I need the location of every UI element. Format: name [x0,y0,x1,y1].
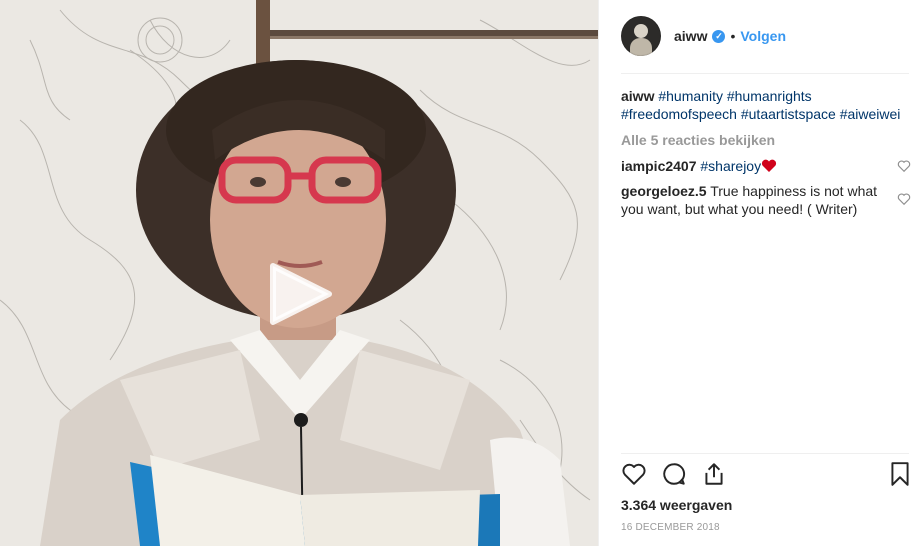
video-player[interactable] [0,0,598,546]
post-date[interactable]: 16 DECEMBER 2018 [621,522,720,533]
comment-username[interactable]: iampic2407 [621,158,697,174]
caption-username[interactable]: aiww [621,88,654,104]
comment-like-heart-icon[interactable] [897,159,911,173]
header-username[interactable]: aiww [674,28,707,44]
bookmark-icon[interactable] [887,461,913,487]
hashtag-link[interactable]: #sharejoy [700,158,761,174]
verified-badge-icon: ✓ [712,29,726,43]
follow-button[interactable]: Volgen [740,28,786,44]
post-actions [621,461,911,491]
comment-item: iampic2407 #sharejoy [621,157,886,175]
hashtag-link[interactable]: #humanrights [727,88,812,104]
comment-item: georgeloez.5 True happiness is not what … [621,182,886,218]
actions-divider [621,453,909,454]
post-caption: aiww #humanity #humanrights #freedomofsp… [621,87,906,123]
comment-like-heart-icon[interactable] [897,192,911,206]
share-icon[interactable] [701,461,727,487]
play-icon [270,263,332,325]
avatar[interactable] [621,16,661,56]
hashtag-link[interactable]: #aiweiwei [840,106,901,122]
hashtag-link[interactable]: #humanity [658,88,723,104]
view-count[interactable]: 3.364 weergaven [621,497,732,513]
comment-icon[interactable] [661,461,687,487]
comment-username[interactable]: georgeloez.5 [621,183,707,199]
heart-icon[interactable] [621,461,647,487]
view-all-comments-link[interactable]: Alle 5 reacties bekijken [621,132,775,148]
heart-emoji-icon [762,159,777,172]
play-button[interactable] [265,262,335,326]
post-side-panel: aiww ✓ • Volgen aiww #humanity #humanrig… [598,0,922,546]
hashtag-link[interactable]: #utaartistspace [741,106,836,122]
header-divider [621,73,909,74]
hashtag-link[interactable]: #freedomofspeech [621,106,737,122]
post-header: aiww ✓ • Volgen [621,15,909,57]
separator-dot: • [730,28,736,44]
